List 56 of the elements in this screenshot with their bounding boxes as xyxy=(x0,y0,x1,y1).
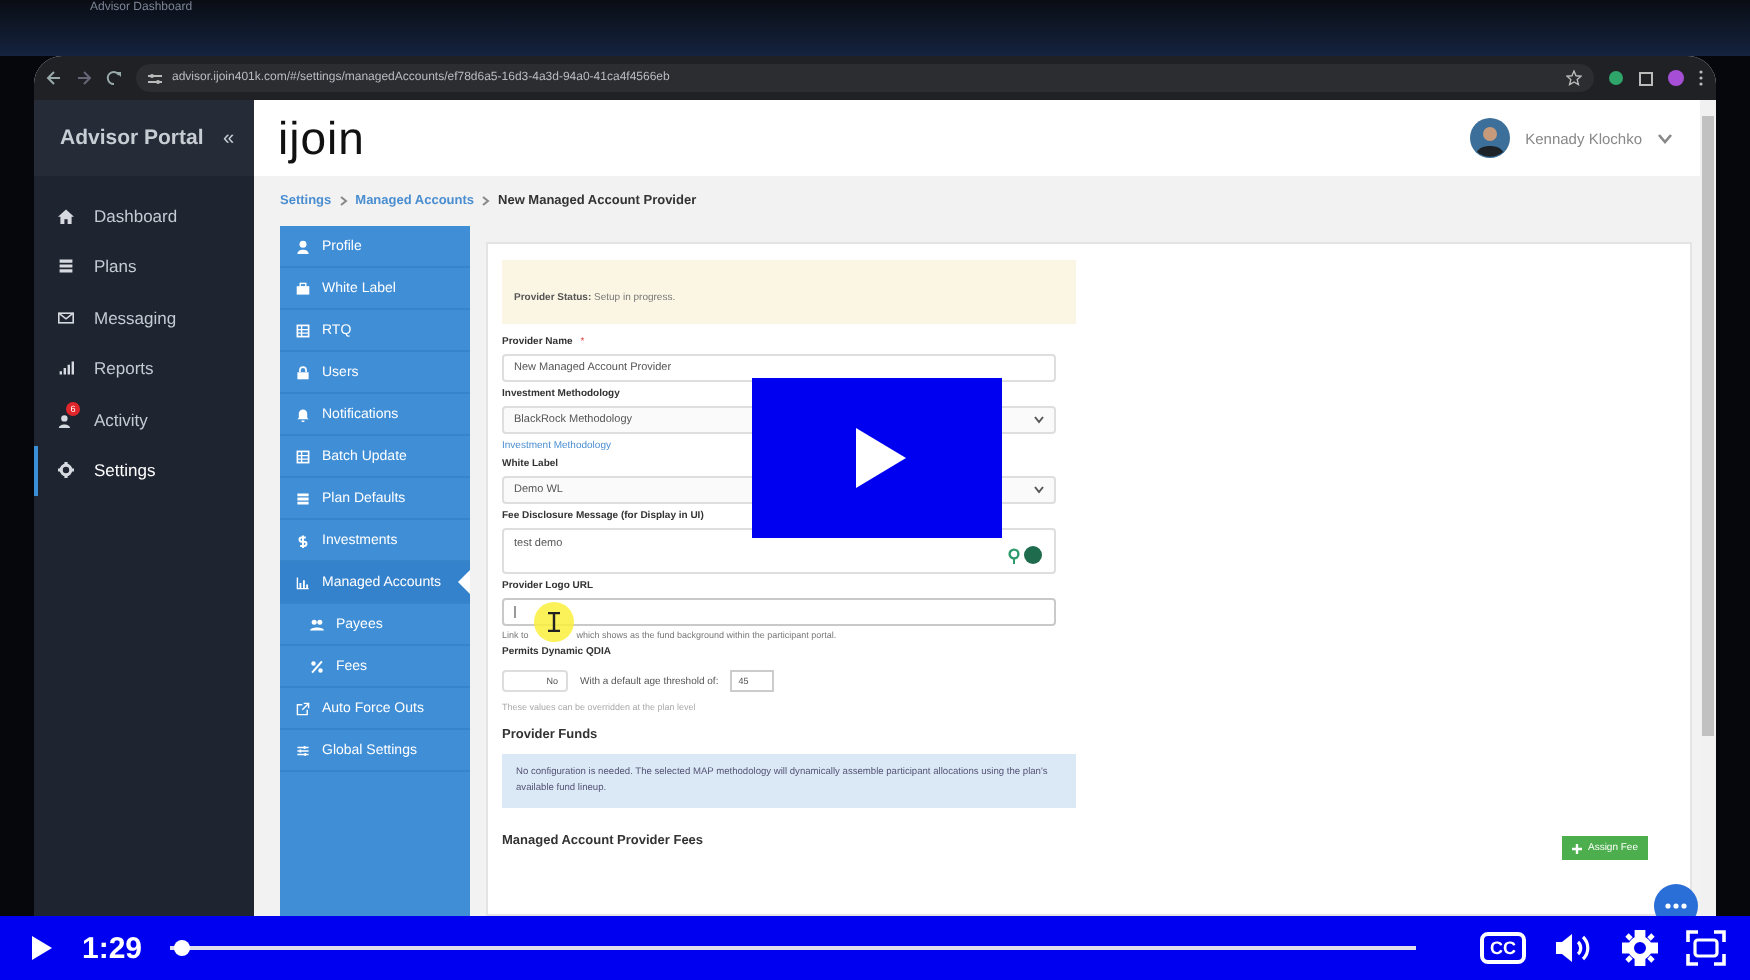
progress-track[interactable] xyxy=(170,940,1416,956)
settings-icon xyxy=(58,462,74,479)
sliders-icon xyxy=(296,743,310,757)
bell-icon xyxy=(296,407,310,421)
bar-chart-icon xyxy=(296,575,310,589)
fullscreen-icon[interactable] xyxy=(1686,930,1726,966)
reload-icon[interactable] xyxy=(106,70,122,86)
envelope-icon xyxy=(58,309,74,326)
external-link-icon xyxy=(296,701,310,715)
briefcase-icon xyxy=(296,281,310,295)
progress-thumb[interactable] xyxy=(173,940,190,956)
table-icon xyxy=(296,323,310,337)
back-icon[interactable] xyxy=(46,70,62,86)
time-display: 1:29 xyxy=(82,931,142,965)
home-icon xyxy=(58,207,74,224)
chevron-down-icon[interactable] xyxy=(1658,133,1672,143)
volume-icon[interactable] xyxy=(1554,932,1594,964)
percent-icon xyxy=(310,659,324,673)
chevron-down-icon xyxy=(1034,416,1044,424)
sidebar-item[interactable]: Messaging xyxy=(34,292,254,343)
logo: ijoin xyxy=(278,111,365,165)
person-icon xyxy=(296,239,310,253)
scrollbar[interactable] xyxy=(1700,100,1716,916)
chevron-down-icon xyxy=(1034,486,1044,494)
people-icon xyxy=(310,617,324,631)
collapse-button[interactable]: « xyxy=(222,127,234,149)
more-icon[interactable] xyxy=(1698,70,1704,86)
portal-title: Advisor Portal xyxy=(60,126,204,150)
settings-icon[interactable] xyxy=(1622,930,1658,966)
signal-bars-icon xyxy=(58,360,74,377)
star-icon[interactable] xyxy=(1566,70,1582,86)
puzzle-icon[interactable] xyxy=(1638,70,1654,86)
pointer-arrow xyxy=(458,570,470,594)
chevron-right-icon xyxy=(482,196,491,206)
site-settings-icon xyxy=(148,71,162,85)
sidebar-item[interactable]: Dashboard xyxy=(34,190,254,241)
dollar-icon xyxy=(296,533,310,547)
text-cursor-icon xyxy=(548,612,560,632)
lock-icon xyxy=(296,365,310,379)
forward-icon[interactable] xyxy=(76,70,92,86)
play-button[interactable] xyxy=(752,378,1002,538)
play-icon[interactable] xyxy=(30,934,54,962)
chat-bubble-icon[interactable] xyxy=(1654,884,1698,916)
captions-button[interactable]: CC xyxy=(1480,932,1526,964)
sidebar-item[interactable]: Reports xyxy=(34,343,254,394)
plus-icon xyxy=(1571,843,1582,853)
list-icon xyxy=(296,491,310,505)
chevron-right-icon xyxy=(339,196,348,206)
profile-icon[interactable] xyxy=(1668,70,1684,86)
text-field[interactable] xyxy=(502,598,1056,626)
people-icon xyxy=(58,411,74,428)
list-icon xyxy=(58,258,74,275)
table-icon xyxy=(296,449,310,463)
sidebar-item[interactable]: Plans xyxy=(34,241,254,292)
avatar xyxy=(1469,118,1510,158)
pin-icon[interactable] xyxy=(1008,547,1020,563)
